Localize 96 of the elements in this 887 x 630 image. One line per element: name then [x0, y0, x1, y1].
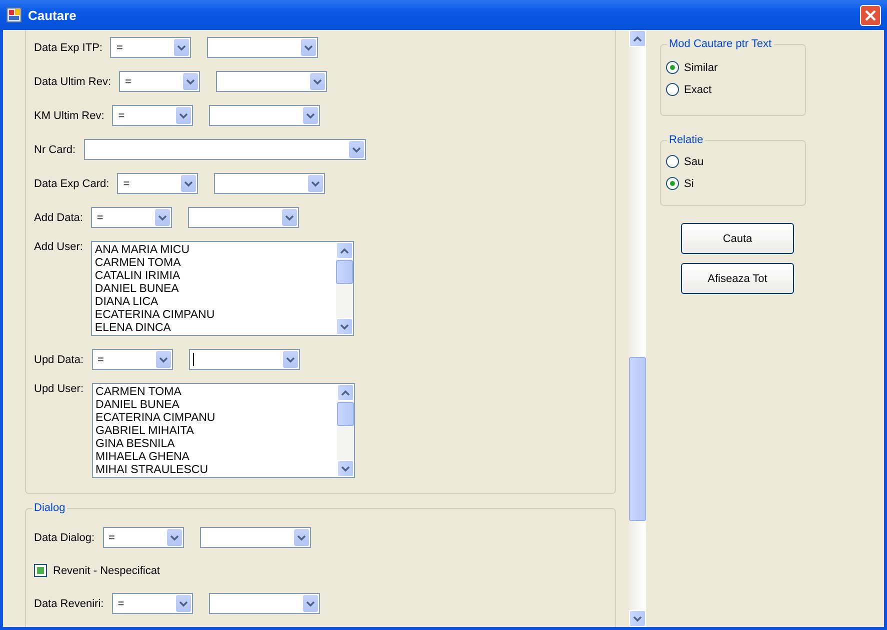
user-list-item[interactable]: ECATERINA CIMPANU	[96, 412, 337, 425]
user-list-item[interactable]: MIHAI STRAULESCU	[96, 464, 337, 477]
operator-dropdown[interactable]: =	[112, 593, 193, 614]
chevron-down-icon	[352, 146, 361, 152]
field-label: KM Ultim Rev:	[34, 110, 104, 122]
user-list-item[interactable]: ELENA DINCA	[94, 322, 336, 335]
radio-label: Sau	[684, 156, 704, 168]
field-label: Data Ultim Rev:	[34, 76, 112, 88]
checkbox[interactable]	[34, 564, 47, 577]
chevron-down-icon	[286, 356, 295, 362]
operator-dropdown[interactable]: =	[90, 207, 172, 228]
chevron-down-icon	[158, 356, 168, 362]
radio-button[interactable]	[666, 155, 679, 168]
value-dropdown[interactable]	[200, 527, 311, 548]
chevron-down-icon	[170, 534, 179, 540]
field-label: Nr Card:	[34, 144, 76, 156]
value-dropdown[interactable]	[208, 593, 320, 614]
radio-button[interactable]	[666, 177, 679, 190]
field-label: Data Exp ITP:	[34, 42, 102, 54]
radio-label: Exact	[684, 84, 712, 96]
group-title: Relatie	[667, 134, 706, 146]
chevron-down-icon	[177, 44, 186, 50]
scroll-down-button[interactable]	[629, 610, 646, 627]
radio-label: Similar	[684, 62, 718, 74]
user-list-item[interactable]: MIHAELA GHENA	[96, 451, 337, 464]
user-list-item[interactable]: DIANA LICA	[94, 296, 336, 309]
user-list-item[interactable]: DANIEL BUNEA	[96, 399, 337, 412]
user-list-item[interactable]: DANIEL BUNEA	[94, 283, 336, 296]
chevron-down-icon	[178, 600, 188, 606]
group-title: Mod Cautare ptr Text	[667, 38, 774, 50]
scrollbar[interactable]	[629, 30, 646, 627]
user-list-item[interactable]: CARMEN TOMA	[94, 257, 336, 270]
user-list-item[interactable]: GABRIEL MIHAITA	[96, 425, 337, 438]
chevron-up-icon	[340, 390, 350, 396]
radio-button[interactable]	[666, 61, 679, 74]
chevron-down-icon	[313, 78, 322, 84]
field-label: Upd User:	[34, 383, 84, 395]
chevron-down-icon	[304, 44, 314, 50]
app-window-icon	[6, 7, 22, 23]
operator-dropdown[interactable]: =	[112, 105, 194, 126]
field-label: Add User:	[34, 241, 83, 253]
field-label: Data Dialog:	[34, 532, 95, 544]
chevron-down-icon	[186, 78, 196, 84]
scroll-up-button[interactable]	[336, 384, 354, 401]
chevron-down-icon	[306, 112, 316, 118]
field-label: Data Reveniri:	[34, 598, 104, 610]
chevron-down-icon	[284, 214, 294, 220]
user-list-item[interactable]: ECATERINA CIMPANU	[94, 309, 336, 322]
chevron-up-icon	[633, 36, 642, 42]
operator-dropdown[interactable]: =	[110, 37, 192, 58]
user-list-item[interactable]: GINA BESNILA	[96, 438, 337, 451]
chevron-down-icon	[296, 534, 306, 540]
window-title: Cautare	[28, 8, 76, 22]
chevron-down-icon	[340, 324, 349, 330]
scroll-down-button[interactable]	[336, 318, 353, 335]
group-title: Dialog	[32, 502, 68, 514]
close-icon	[865, 10, 876, 20]
close-button[interactable]	[860, 4, 881, 26]
card-dropdown[interactable]	[84, 139, 366, 160]
action-button[interactable]: Afiseaza Tot	[681, 263, 794, 294]
value-dropdown[interactable]	[188, 349, 300, 370]
chevron-up-icon	[340, 248, 349, 254]
scrollbar-thumb[interactable]	[336, 260, 353, 284]
scrollbar-thumb[interactable]	[336, 402, 354, 426]
scroll-up-button[interactable]	[629, 30, 646, 47]
chevron-down-icon	[184, 180, 194, 186]
action-button[interactable]: Cauta	[681, 223, 794, 254]
scrollbar-thumb[interactable]	[629, 357, 646, 521]
scrollbar[interactable]	[336, 384, 354, 477]
operator-dropdown[interactable]: =	[117, 173, 198, 194]
chevron-down-icon	[179, 112, 188, 118]
scrollbar[interactable]	[336, 242, 353, 335]
radio-button[interactable]	[666, 83, 679, 96]
value-dropdown[interactable]	[188, 207, 299, 228]
value-dropdown[interactable]	[216, 71, 328, 92]
field-label: Data Exp Card:	[34, 178, 110, 190]
user-list-item[interactable]: CARMEN TOMA	[96, 386, 337, 399]
user-list-item[interactable]: CATALIN IRIMIA	[94, 270, 336, 283]
user-list-item[interactable]: ANA MARIA MICU	[94, 244, 336, 257]
operator-dropdown[interactable]: =	[102, 527, 184, 548]
field-label: Add Data:	[34, 212, 83, 224]
operator-dropdown[interactable]: =	[92, 349, 173, 370]
operator-dropdown[interactable]: =	[119, 71, 200, 92]
value-dropdown[interactable]	[209, 105, 320, 126]
checkbox-label: Revenit - Nespecificat	[53, 564, 160, 576]
chevron-down-icon	[633, 616, 642, 622]
chevron-down-icon	[158, 214, 167, 220]
value-dropdown[interactable]	[207, 37, 318, 58]
radio-label: Si	[684, 178, 694, 190]
chevron-down-icon	[340, 466, 350, 472]
value-dropdown[interactable]	[214, 173, 326, 194]
chevron-down-icon	[311, 180, 320, 186]
scroll-down-button[interactable]	[336, 460, 354, 477]
field-label: Upd Data:	[34, 354, 84, 366]
scroll-up-button[interactable]	[336, 242, 353, 259]
chevron-down-icon	[306, 600, 315, 606]
